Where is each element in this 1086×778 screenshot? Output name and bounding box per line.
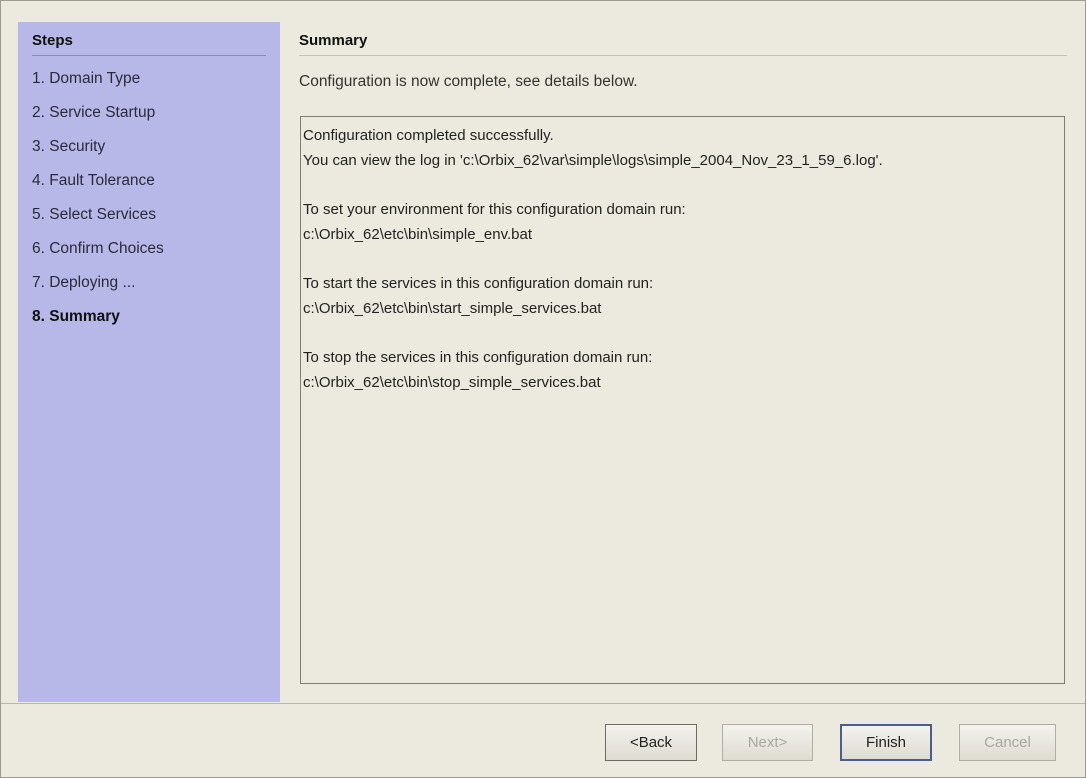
details-line: c:\Orbix_62\etc\bin\start_simple_service…	[303, 300, 602, 317]
details-line: c:\Orbix_62\etc\bin\stop_simple_services…	[303, 374, 601, 391]
cancel-button: Cancel	[959, 724, 1056, 761]
finish-button[interactable]: Finish	[840, 724, 932, 761]
next-button: Next>	[722, 724, 813, 761]
step-list: 1. Domain Type 2. Service Startup 3. Sec…	[32, 62, 266, 334]
step-summary-current: 8. Summary	[32, 308, 120, 325]
details-blank-line	[303, 173, 1062, 197]
summary-content: Summary Configuration is now complete, s…	[299, 22, 1067, 702]
step-service-startup: 2. Service Startup	[32, 104, 156, 121]
button-bar: <Back Next> Finish Cancel	[1, 703, 1085, 777]
summary-title: Summary	[299, 22, 1067, 56]
step-fault-tolerance: 4. Fault Tolerance	[32, 172, 155, 189]
details-line: To set your environment for this configu…	[303, 201, 686, 218]
summary-intro: Configuration is now complete, see detai…	[299, 73, 638, 90]
step-domain-type: 1. Domain Type	[32, 70, 141, 87]
details-text-area[interactable]: Configuration completed successfully. Yo…	[300, 116, 1065, 684]
steps-panel: Steps 1. Domain Type 2. Service Startup …	[18, 22, 280, 702]
details-line: c:\Orbix_62\etc\bin\simple_env.bat	[303, 226, 533, 243]
step-deploying: 7. Deploying ...	[32, 274, 136, 291]
wizard-window: Steps 1. Domain Type 2. Service Startup …	[0, 0, 1086, 778]
details-line: To start the services in this configurat…	[303, 275, 654, 292]
details-line: To stop the services in this configurati…	[303, 349, 653, 366]
step-confirm-choices: 6. Confirm Choices	[32, 240, 164, 257]
details-blank-line	[303, 247, 1062, 271]
step-select-services: 5. Select Services	[32, 206, 157, 223]
back-button[interactable]: <Back	[605, 724, 697, 761]
steps-title: Steps	[32, 32, 266, 56]
details-line: Configuration completed successfully.	[303, 127, 554, 144]
details-line: You can view the log in 'c:\Orbix_62\var…	[303, 152, 883, 169]
step-security: 3. Security	[32, 138, 106, 155]
details-blank-line	[303, 321, 1062, 345]
